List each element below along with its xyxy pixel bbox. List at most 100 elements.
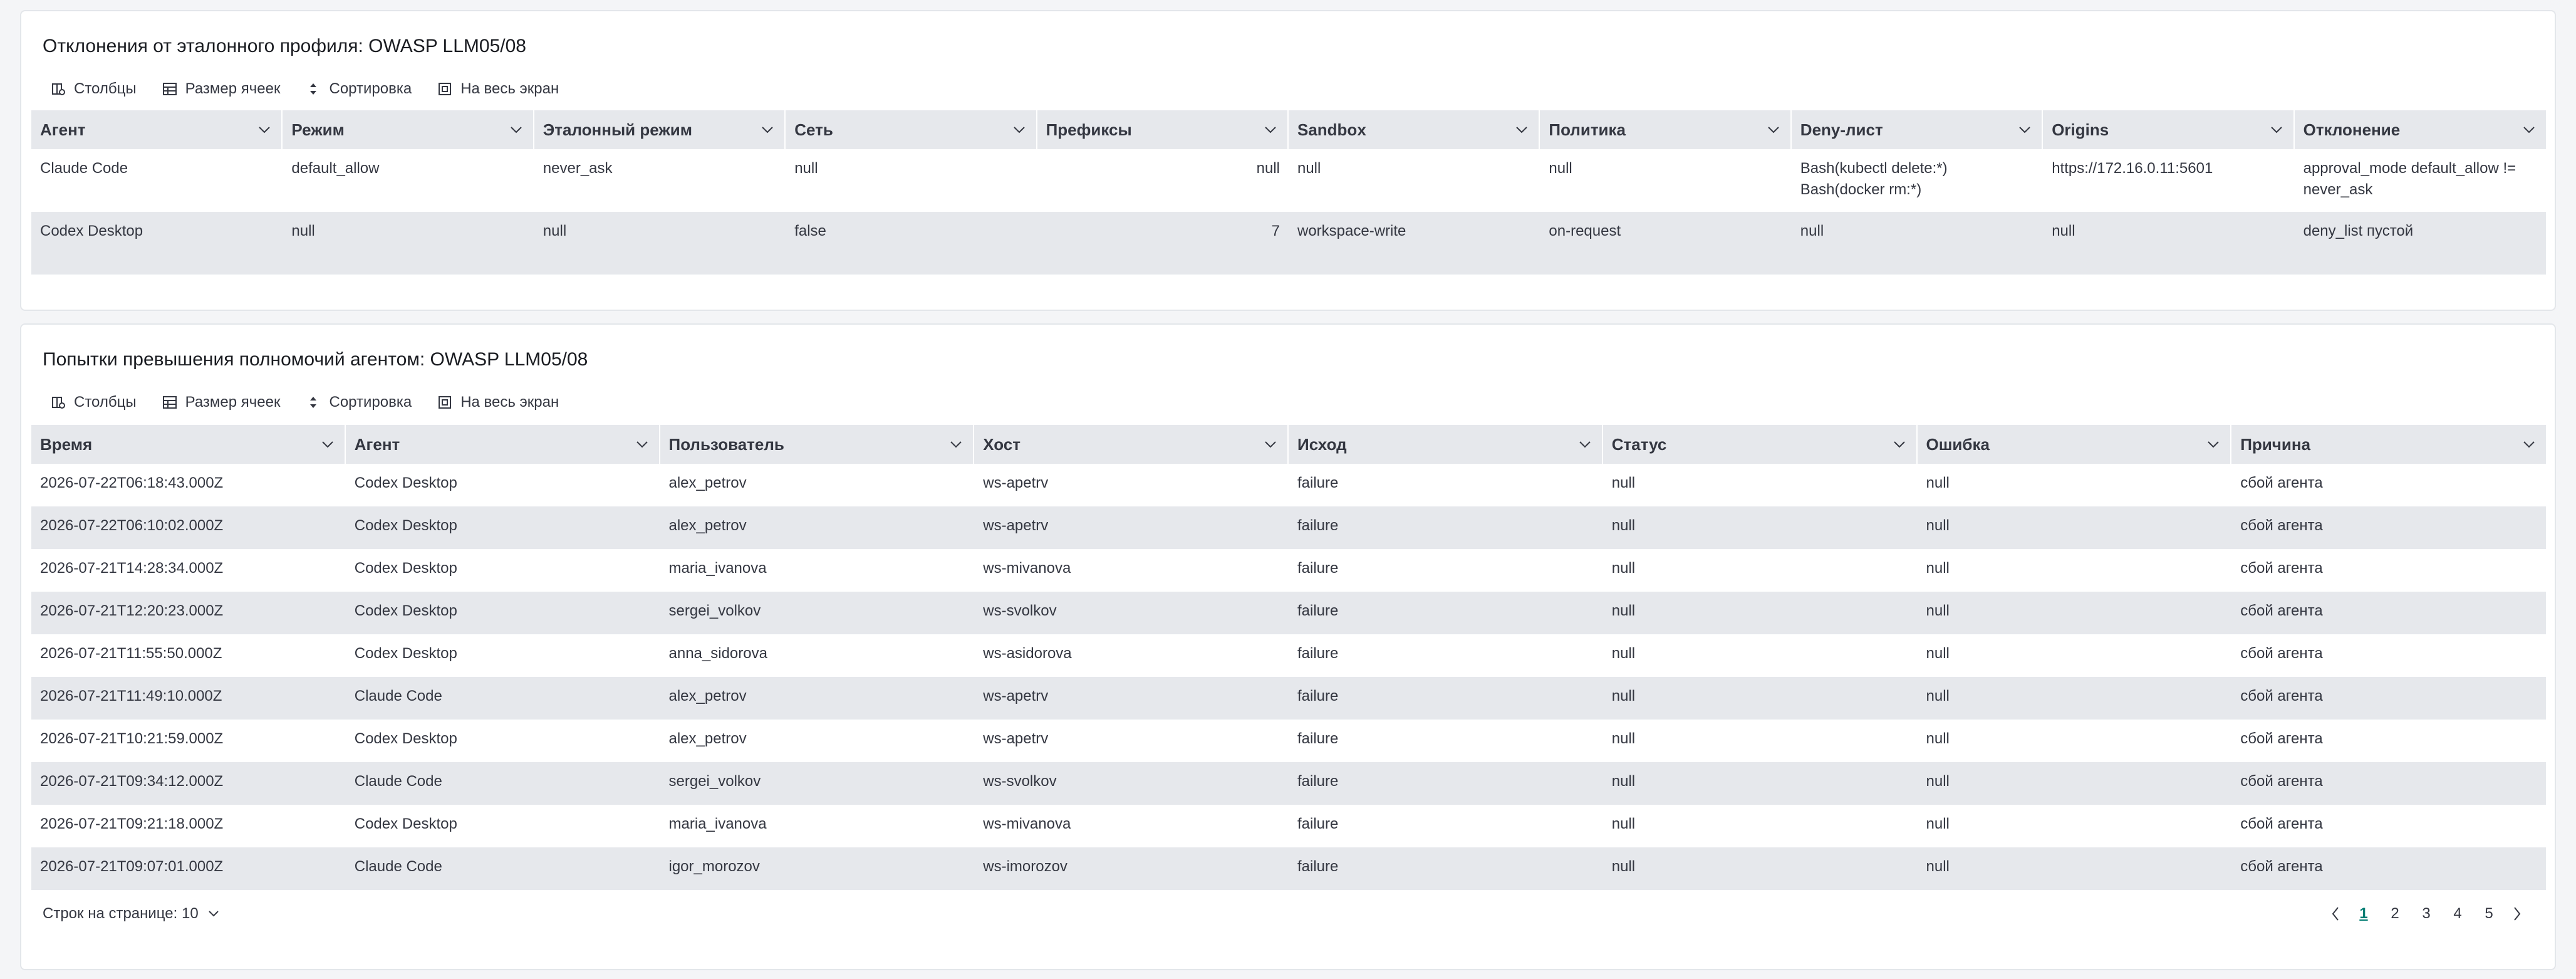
table-cell: failure (1297, 773, 1339, 790)
table-cell: null (1926, 815, 1950, 832)
column-header-agent[interactable]: Агент (346, 425, 660, 464)
chevron-down-icon[interactable] (2522, 125, 2536, 135)
column-header-sandbox[interactable]: Sandbox (1289, 110, 1540, 149)
chevron-down-icon[interactable] (509, 125, 523, 135)
sort-label: Сортировка (329, 394, 412, 411)
page-5-button[interactable]: 5 (2473, 905, 2505, 923)
column-header-agent[interactable]: Агент (31, 110, 283, 149)
table-cell: null (794, 160, 818, 177)
table-cell: false (794, 223, 826, 239)
column-header-deviation[interactable]: Отклонение (2295, 110, 2546, 149)
table-cell: alex_petrov (668, 730, 747, 747)
table-cell: failure (1297, 858, 1339, 875)
table-row: 2026-07-21T09:07:01.000Z Claude Code igor_… (31, 847, 2546, 890)
chevron-down-icon[interactable] (949, 439, 963, 449)
table-cell: 2026-07-21T09:21:18.000Z (40, 815, 224, 832)
rows-per-page-selector[interactable]: Строк на странице: 10 (43, 901, 220, 926)
chevron-down-icon[interactable] (1012, 125, 1026, 135)
table-cell: failure (1297, 560, 1339, 577)
chevron-down-icon[interactable] (1264, 439, 1277, 449)
column-header-reason[interactable]: Причина (2231, 425, 2546, 464)
columns-button[interactable]: Столбцы (50, 390, 137, 415)
table-cell: on-request (1549, 223, 1621, 239)
chevron-down-icon[interactable] (761, 125, 774, 135)
table-cell: сбой агента (2240, 730, 2323, 747)
cell-size-button[interactable]: Размер ячеек (162, 390, 281, 415)
table-cell: sergei_volkov (668, 773, 761, 790)
table-cell: Codex Desktop (354, 645, 457, 662)
chevron-down-icon[interactable] (1893, 439, 1906, 449)
table-cell: Bash(kubectl delete:*) Bash(docker rm:*) (1800, 160, 1948, 198)
fullscreen-button[interactable]: На весь экран (437, 390, 559, 415)
table-cell: default_allow (291, 160, 380, 177)
chevron-down-icon[interactable] (635, 439, 649, 449)
sort-button[interactable]: Сортировка (305, 390, 412, 415)
column-header-status[interactable]: Статус (1603, 425, 1918, 464)
table-cell: 2026-07-21T10:21:59.000Z (40, 730, 224, 747)
chevron-down-icon[interactable] (2206, 439, 2220, 449)
table-cell: null (1926, 474, 1950, 491)
table-cell: сбой агента (2240, 602, 2323, 619)
column-header-error[interactable]: Ошибка (1918, 425, 2232, 464)
sort-label: Сортировка (329, 80, 412, 97)
table-toolbar: Столбцы Размер ячеек Сортировка На весь … (50, 390, 584, 415)
column-header-reference-mode[interactable]: Эталонный режим (534, 110, 786, 149)
sort-button[interactable]: Сортировка (305, 76, 412, 102)
cell-size-label: Размер ячеек (185, 80, 281, 97)
table-body: 2026-07-22T06:18:43.000Z Codex Desktop ale… (31, 464, 2546, 890)
table-cell: Claude Code (40, 160, 128, 177)
chevron-down-icon[interactable] (257, 125, 271, 135)
table-cell: failure (1297, 730, 1339, 747)
deviations-panel: Отклонения от эталонного профиля: OWASP … (20, 10, 2556, 311)
column-header-time[interactable]: Время (31, 425, 346, 464)
table-cell: null (1611, 773, 1636, 790)
chevron-down-icon[interactable] (2522, 439, 2536, 449)
column-header-outcome[interactable]: Исход (1289, 425, 1603, 464)
table-cell: null (291, 223, 315, 239)
column-header-policy[interactable]: Политика (1540, 110, 1792, 149)
page-3-button[interactable]: 3 (2411, 905, 2442, 923)
table-density-icon (162, 396, 177, 409)
column-header-prefixes[interactable]: Префиксы (1037, 110, 1289, 149)
table-cell: failure (1297, 602, 1339, 619)
table-row: 2026-07-21T10:21:59.000Z Codex Desktop ale… (31, 720, 2546, 762)
chevron-down-icon[interactable] (1578, 439, 1592, 449)
columns-button[interactable]: Столбцы (50, 76, 137, 102)
chevron-down-icon[interactable] (2018, 125, 2032, 135)
column-header-user[interactable]: Пользователь (660, 425, 975, 464)
column-header-mode[interactable]: Режим (283, 110, 534, 149)
table-cell: сбой агента (2240, 858, 2323, 875)
column-header-network[interactable]: Сеть (786, 110, 1037, 149)
table-cell: null (1297, 160, 1321, 177)
chevron-down-icon[interactable] (1515, 125, 1529, 135)
sort-icon (310, 397, 317, 408)
table-cell: 2026-07-21T14:28:34.000Z (40, 560, 224, 577)
chevron-down-icon[interactable] (321, 439, 335, 449)
previous-page-button[interactable] (2323, 906, 2348, 922)
table-cell: null (543, 223, 567, 239)
table-cell: 2026-07-22T06:18:43.000Z (40, 474, 224, 491)
page-1-button[interactable]: 1 (2348, 905, 2379, 923)
sort-icon (310, 83, 317, 95)
table-cell: approval_mode default_allow != never_ask (2303, 160, 2516, 198)
table-cell: null (1926, 517, 1950, 534)
table-cell: alex_petrov (668, 688, 747, 704)
chevron-down-icon[interactable] (1264, 125, 1277, 135)
page-4-button[interactable]: 4 (2442, 905, 2473, 923)
cell-size-label: Размер ячеек (185, 394, 281, 411)
table-row: Codex Desktop null null false 7 workspac… (31, 212, 2546, 275)
next-page-button[interactable] (2505, 906, 2530, 922)
column-header-origins[interactable]: Origins (2043, 110, 2295, 149)
chevron-down-icon[interactable] (2270, 125, 2283, 135)
column-header-deny-list[interactable]: Deny-лист (1792, 110, 2044, 149)
fullscreen-button[interactable]: На весь экран (437, 76, 559, 102)
cell-size-button[interactable]: Размер ячеек (162, 76, 281, 102)
chevron-down-icon[interactable] (1767, 125, 1780, 135)
table-cell: sergei_volkov (668, 602, 761, 619)
table-cell: failure (1297, 645, 1339, 662)
table-cell: Codex Desktop (40, 223, 143, 239)
table-cell: maria_ivanova (668, 560, 767, 577)
table-cell: Codex Desktop (354, 602, 457, 619)
page-2-button[interactable]: 2 (2379, 905, 2411, 923)
column-header-host[interactable]: Хост (974, 425, 1289, 464)
